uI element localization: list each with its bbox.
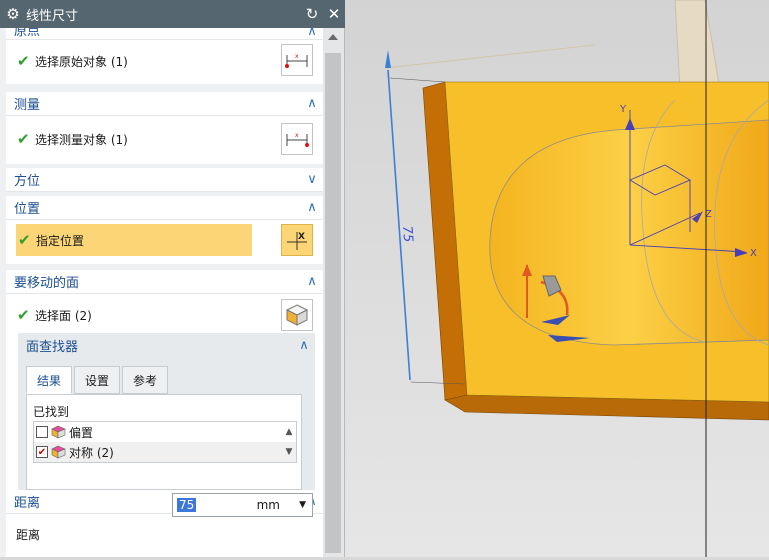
dimension-icon: x — [286, 132, 309, 147]
measure-section: 测量 ∧ ✔ 选择测量对象 (1) x — [6, 92, 323, 164]
tab-results[interactable]: 结果 — [26, 366, 73, 394]
origin-row[interactable]: ✔ 选择原始对象 (1) — [6, 44, 323, 78]
dialog-scrollbar[interactable] — [323, 28, 344, 557]
faces-row[interactable]: ✔ 选择面 (2) — [6, 298, 323, 332]
face-finder-title: 面查找器 — [26, 339, 79, 355]
x-axis-label: X — [750, 248, 757, 259]
svg-text:x: x — [295, 53, 299, 60]
dialog-titlebar: ⚙ 线性尺寸 ↻ ✕ — [0, 0, 345, 28]
linear-dimension-dialog: ⚙ 线性尺寸 ↻ ✕ 原点 ∧ ✔ 选择原始对象 (1) x 测量 ∧ ✔ 选择… — [0, 0, 345, 557]
measure-row-label: 选择测量对象 (1) — [35, 132, 128, 147]
orientation-section: 方位 ∨ — [6, 168, 323, 192]
found-list: 偏置 ✔ 对称 (2) ▲ ▼ — [33, 421, 297, 463]
chevron-up-icon[interactable]: ∧ — [301, 200, 323, 215]
select-face-button[interactable] — [281, 299, 313, 331]
checkbox-checked[interactable]: ✔ — [36, 446, 48, 458]
position-section: 位置 ∧ ✔ 指定位置 X — [6, 196, 323, 264]
found-results-box: 已找到 偏置 ✔ 对称 (2) ▲ ▼ — [26, 394, 302, 490]
check-icon: ✔ — [18, 231, 31, 249]
position-title: 位置 — [14, 202, 41, 217]
specify-position-button[interactable]: X — [281, 224, 313, 256]
offset-face-icon — [51, 425, 66, 439]
distance-input[interactable]: 75 mm ▼ — [172, 493, 313, 517]
dimension-text[interactable]: 75 — [399, 225, 415, 243]
svg-text:x: x — [295, 132, 299, 139]
chevron-up-icon[interactable]: ∧ — [301, 96, 323, 111]
distance-value[interactable]: 75 — [177, 498, 197, 512]
list-scrollbar[interactable]: ▲ ▼ — [282, 422, 296, 462]
faces-title: 要移动的面 — [14, 276, 80, 291]
gear-icon[interactable]: ⚙ — [0, 5, 26, 23]
chevron-up-icon[interactable]: ∧ — [301, 274, 323, 289]
origin-header[interactable]: 原点 ∧ — [6, 28, 323, 40]
orientation-title: 方位 — [14, 174, 41, 189]
symmetric-face-icon — [51, 445, 66, 459]
distance-unit[interactable]: mm — [257, 498, 280, 512]
list-item[interactable]: 偏置 — [34, 422, 296, 442]
face-finder-header[interactable]: 面查找器 ∧ — [18, 333, 315, 357]
chevron-down-icon[interactable]: ∨ — [301, 172, 323, 187]
reset-icon[interactable]: ↻ — [301, 5, 323, 23]
scroll-up-icon[interactable] — [328, 34, 338, 40]
list-item-label: 对称 (2) — [69, 445, 114, 460]
position-row[interactable]: ✔ 指定位置 — [16, 224, 252, 256]
model-canvas[interactable]: 75 Y X Z — [345, 0, 769, 557]
found-label: 已找到 — [33, 405, 70, 419]
origin-section: 原点 ∧ ✔ 选择原始对象 (1) x — [6, 28, 323, 84]
checkbox[interactable] — [36, 426, 48, 438]
dimension-icon: x — [285, 53, 308, 68]
position-row-label: 指定位置 — [36, 233, 85, 248]
scroll-up-icon[interactable]: ▲ — [282, 422, 296, 442]
y-axis-label: Y — [619, 104, 627, 115]
chevron-up-icon[interactable]: ∧ — [301, 28, 323, 39]
origin-select-button[interactable]: x — [281, 44, 313, 76]
dialog-title: 线性尺寸 — [26, 8, 79, 24]
close-icon[interactable]: ✕ — [323, 5, 345, 23]
faces-header[interactable]: 要移动的面 ∧ — [6, 270, 323, 294]
orientation-header[interactable]: 方位 ∨ — [6, 168, 323, 192]
check-icon: ✔ — [17, 130, 30, 148]
measure-row[interactable]: ✔ 选择测量对象 (1) — [6, 122, 323, 156]
distance-label: 距离 — [16, 528, 41, 542]
scrollbar-thumb[interactable] — [325, 53, 341, 553]
face-finder-tabs: 结果 设置 参考 — [26, 366, 170, 394]
scroll-down-icon[interactable]: ▼ — [282, 442, 296, 462]
chevron-down-icon[interactable]: ▼ — [299, 500, 306, 510]
cube-icon — [285, 304, 309, 326]
check-icon: ✔ — [17, 52, 30, 70]
chevron-up-icon[interactable]: ∧ — [293, 338, 315, 353]
measure-select-button[interactable]: x — [281, 123, 313, 155]
tab-reference[interactable]: 参考 — [122, 366, 169, 394]
crosshair-icon: X — [287, 232, 307, 250]
origin-title: 原点 — [14, 28, 41, 39]
measure-title: 测量 — [14, 98, 41, 113]
face-finder-group: 面查找器 ∧ 结果 设置 参考 已找到 偏置 ✔ 对称 (2) ▲ ▼ — [18, 333, 315, 493]
faces-row-label: 选择面 (2) — [35, 308, 92, 323]
origin-row-label: 选择原始对象 (1) — [35, 54, 128, 69]
check-icon: ✔ — [17, 306, 30, 324]
position-header[interactable]: 位置 ∧ — [6, 196, 323, 220]
tab-settings[interactable]: 设置 — [74, 366, 121, 394]
measure-header[interactable]: 测量 ∧ — [6, 92, 323, 116]
svg-text:X: X — [298, 232, 305, 242]
dialog-panel: 原点 ∧ ✔ 选择原始对象 (1) x 测量 ∧ ✔ 选择测量对象 (1) x … — [0, 28, 323, 557]
list-item-label: 偏置 — [69, 425, 94, 440]
graphics-viewport[interactable]: 75 Y X Z — [345, 0, 769, 557]
list-item[interactable]: ✔ 对称 (2) — [34, 442, 296, 462]
